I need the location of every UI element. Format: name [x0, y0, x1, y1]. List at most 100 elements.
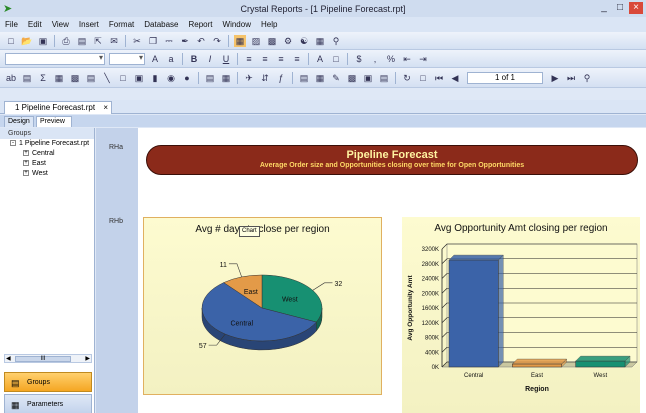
record-sort-icon[interactable]: ⇵	[259, 72, 271, 84]
box-icon[interactable]: □	[117, 72, 129, 84]
tab-design[interactable]: Design	[4, 116, 34, 127]
first-page-icon[interactable]: ⏮	[433, 72, 445, 84]
border-icon[interactable]: □	[330, 53, 342, 65]
group-expert-icon[interactable]: ▦	[220, 72, 232, 84]
document-tab[interactable]: 1 Pipeline Forecast.rpt ×	[4, 101, 112, 114]
close-tab-icon[interactable]: ×	[103, 102, 108, 114]
group-icon[interactable]: ▤	[21, 72, 33, 84]
expand-icon[interactable]: +	[23, 160, 29, 167]
groups-button[interactable]: ▤ Groups	[4, 372, 92, 392]
export-page-icon[interactable]: ▤	[378, 72, 390, 84]
increase-decimals-icon[interactable]: ⇤	[401, 53, 413, 65]
undo-icon[interactable]: ↶	[195, 35, 207, 47]
horizontal-scrollbar[interactable]: ◀ III ▶	[4, 354, 92, 363]
new-icon[interactable]: □	[5, 35, 17, 47]
currency-icon[interactable]: $	[353, 53, 365, 65]
find-icon[interactable]: ⚲	[330, 35, 342, 47]
align-left-icon[interactable]: ≡	[243, 53, 255, 65]
subreport-icon[interactable]: ▤	[85, 72, 97, 84]
database-expert-icon[interactable]: ▤	[298, 72, 310, 84]
print-icon[interactable]: ⎙	[60, 35, 72, 47]
page-number-box[interactable]: 1 of 1	[467, 71, 543, 84]
align-center-icon[interactable]: ≡	[259, 53, 271, 65]
text-object-icon[interactable]: ab	[5, 72, 17, 84]
italic-icon[interactable]: I	[204, 53, 216, 65]
font-color-icon[interactable]: A	[314, 53, 326, 65]
cut-icon[interactable]: ✂	[131, 35, 143, 47]
menu-format[interactable]: Format	[104, 20, 139, 29]
restore-button[interactable]: □	[613, 2, 627, 14]
collapse-icon[interactable]: -	[10, 140, 16, 147]
chart-icon[interactable]: ▮	[149, 72, 161, 84]
bar-chart-panel[interactable]: Avg Opportunity Amt closing per region 0…	[402, 217, 640, 413]
underline-icon[interactable]: U	[220, 53, 232, 65]
refresh-icon[interactable]: ↻	[401, 72, 413, 84]
menu-view[interactable]: View	[47, 20, 74, 29]
highlight-icon[interactable]: ✎	[330, 72, 342, 84]
tree-root[interactable]: -1 Pipeline Forecast.rpt	[0, 139, 94, 149]
report-explorer-icon[interactable]: ▨	[250, 35, 262, 47]
tree-item-central[interactable]: + Central	[0, 149, 94, 159]
workbench-icon[interactable]: ☯	[298, 35, 310, 47]
next-page-icon[interactable]: ▶	[549, 72, 561, 84]
field-explorer-icon[interactable]: ▦	[314, 35, 326, 47]
picture-icon[interactable]: ▣	[133, 72, 145, 84]
menu-database[interactable]: Database	[139, 20, 183, 29]
last-page-icon[interactable]: ⏭	[565, 72, 577, 84]
alert-icon[interactable]: ▩	[346, 72, 358, 84]
menu-insert[interactable]: Insert	[74, 20, 104, 29]
parameters-button[interactable]: ▦ Parameters	[4, 394, 92, 413]
thousands-separator-icon[interactable]: ,	[369, 53, 381, 65]
field-icon[interactable]: ▦	[314, 72, 326, 84]
print-preview-icon[interactable]: ▤	[76, 35, 88, 47]
formula-workshop-icon[interactable]: ƒ	[275, 72, 287, 84]
redo-icon[interactable]: ↷	[211, 35, 223, 47]
tree-item-west[interactable]: + West	[0, 169, 94, 179]
decrease-decimals-icon[interactable]: ⇥	[417, 53, 429, 65]
cross-tab-icon[interactable]: ▦	[53, 72, 65, 84]
expand-icon[interactable]: +	[23, 170, 29, 177]
percent-icon[interactable]: %	[385, 53, 397, 65]
menu-edit[interactable]: Edit	[23, 20, 47, 29]
stop-icon[interactable]: □	[417, 72, 429, 84]
expand-icon[interactable]: +	[23, 150, 29, 157]
font-size-select[interactable]	[109, 52, 145, 65]
export-icon[interactable]: ⇱	[92, 35, 104, 47]
summary-icon[interactable]: Σ	[37, 72, 49, 84]
menu-help[interactable]: Help	[256, 20, 282, 29]
copy-icon[interactable]: ❐	[147, 35, 159, 47]
line-icon[interactable]: ╲	[101, 72, 113, 84]
decrease-font-icon[interactable]: a	[165, 53, 177, 65]
minimize-button[interactable]: _	[597, 2, 611, 14]
pie-chart-panel[interactable]: Avg # days to close per region Chart Wes…	[143, 217, 382, 395]
font-name-select[interactable]	[5, 52, 105, 65]
send-mail-icon[interactable]: ✉	[108, 35, 120, 47]
save-icon[interactable]: ▣	[37, 35, 49, 47]
menu-report[interactable]: Report	[184, 20, 218, 29]
olap-grid-icon[interactable]: ▩	[69, 72, 81, 84]
previous-page-icon[interactable]: ◀	[449, 72, 461, 84]
zoom-icon[interactable]: ⚲	[581, 72, 593, 84]
justify-icon[interactable]: ≡	[291, 53, 303, 65]
toggle-field-view-icon[interactable]: ▦	[234, 34, 246, 47]
menu-window[interactable]: Window	[218, 20, 256, 29]
flash-icon[interactable]: ●	[181, 72, 193, 84]
scroll-right-icon[interactable]: ▶	[85, 355, 90, 363]
tree-item-east[interactable]: + East	[0, 159, 94, 169]
scroll-left-icon[interactable]: ◀	[6, 355, 11, 363]
menu-file[interactable]: File	[0, 20, 23, 29]
open-icon[interactable]: 📂	[21, 35, 33, 47]
bold-icon[interactable]: B	[188, 53, 200, 65]
paste-icon[interactable]: ⎓	[163, 35, 175, 47]
template-icon[interactable]: ▣	[362, 72, 374, 84]
align-right-icon[interactable]: ≡	[275, 53, 287, 65]
select-expert-icon[interactable]: ✈	[243, 72, 255, 84]
format-painter-icon[interactable]: ✒	[179, 35, 191, 47]
repository-explorer-icon[interactable]: ▩	[266, 35, 278, 47]
tab-preview[interactable]: Preview ×	[36, 116, 72, 135]
map-icon[interactable]: ◉	[165, 72, 177, 84]
increase-font-icon[interactable]: A	[149, 53, 161, 65]
scroll-thumb[interactable]: III	[15, 356, 71, 362]
section-expert-icon[interactable]: ▤	[204, 72, 216, 84]
close-button[interactable]: ×	[629, 2, 643, 14]
